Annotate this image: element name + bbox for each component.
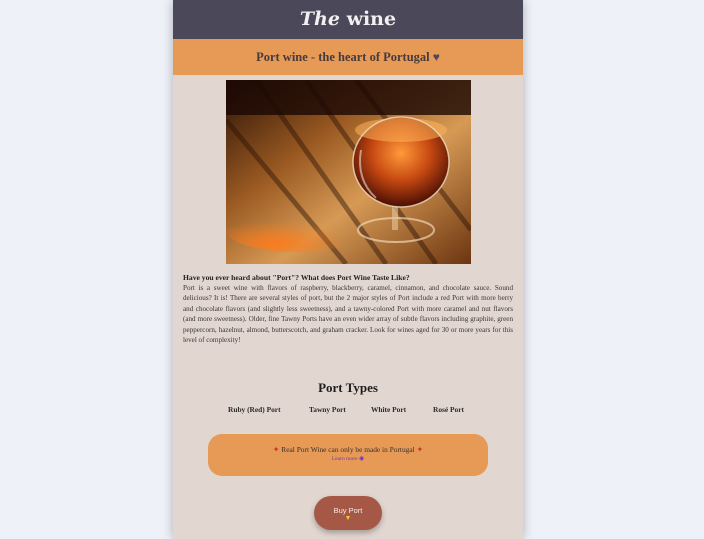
port-type-item[interactable]: Tawny Port [309, 405, 346, 414]
wine-glass-photo [226, 80, 471, 264]
buy-port-button[interactable]: Buy Port ▼ [314, 496, 382, 530]
wine-glass-icon: ▼ [344, 515, 352, 522]
page-card: The wine Port wine - the heart of Portug… [173, 0, 523, 539]
port-types-title: Port Types [318, 380, 378, 395]
learn-more-label: Learn more [331, 456, 358, 462]
hero-heading: Port wine - the heart of Portugal [256, 50, 430, 64]
wine-photo-svg [226, 80, 471, 264]
banner-text-row: ✦ Real Port Wine can only be made in Por… [208, 434, 488, 462]
article: Have you ever heard about "Port"? What d… [183, 273, 513, 345]
article-body: Port is a sweet wine with flavors of ras… [183, 284, 513, 345]
port-type-item[interactable]: White Port [371, 405, 406, 414]
port-type-item[interactable]: Ruby (Red) Port [228, 405, 281, 414]
pushpin-icon: ✦ [416, 445, 424, 454]
banner-text: Real Port Wine can only be made in Portu… [281, 445, 415, 454]
port-type-item[interactable]: Rosé Port [433, 405, 464, 414]
port-types-list: Ruby (Red) Port Tawny Port White Port Ro… [173, 405, 523, 417]
heart-icon: ♥ [432, 50, 440, 64]
pushpin-icon: ✦ [272, 445, 280, 454]
hero-heading-bar: Port wine - the heart of Portugal ♥ [173, 39, 523, 75]
buy-port-label: Buy Port [333, 506, 363, 515]
site-title-rest: wine [339, 8, 397, 30]
grapes-icon: ◉ [359, 456, 365, 462]
info-banner: ✦ Real Port Wine can only be made in Por… [208, 434, 488, 476]
site-header: The wine [173, 0, 523, 39]
site-title-em: The [299, 8, 340, 30]
learn-more-link[interactable]: Learn more ◉ [208, 455, 488, 462]
article-title: Have you ever heard about "Port"? What d… [183, 273, 410, 282]
